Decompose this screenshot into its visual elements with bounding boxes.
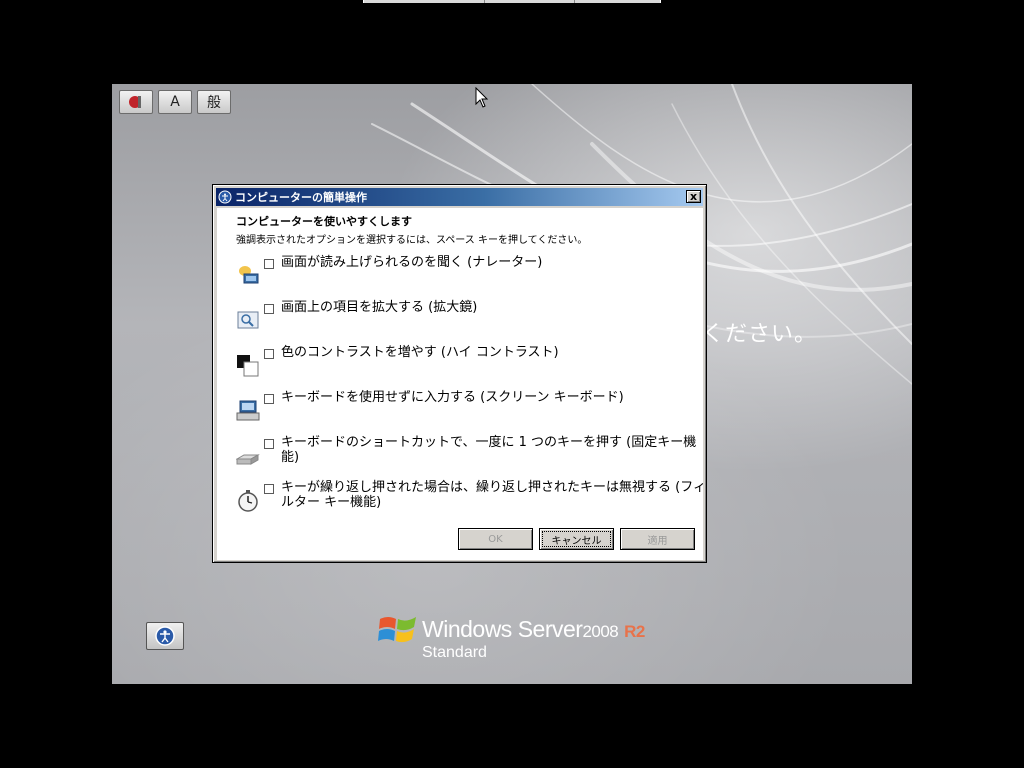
dialog-content: コンピューターを使いやすくします 強調表示されたオプションを選択するには、スペー… [217, 208, 706, 560]
windows-flag-icon [378, 617, 416, 643]
product-name: Windows Server2008 R2 [422, 616, 645, 643]
accessibility-toolbar-button[interactable] [119, 90, 153, 114]
option-label: 色のコントラストを増やす (ハイ コントラスト) [281, 345, 559, 360]
filter-keys-icon [238, 490, 258, 512]
divider [484, 0, 485, 3]
dialog-titlebar[interactable]: コンピューターの簡単操作 x [216, 188, 703, 206]
option-checkbox[interactable] [264, 349, 274, 359]
apply-button[interactable]: 適用 [620, 528, 695, 550]
option-high-contrast[interactable]: 色のコントラストを増やす (ハイ コントラスト) [236, 345, 696, 385]
ok-button[interactable]: OK [458, 528, 533, 550]
dialog-title: コンピューターの簡単操作 [235, 191, 367, 204]
divider [574, 0, 575, 3]
option-onscreen-keyboard[interactable]: キーボードを使用せずに入力する (スクリーン キーボード) [236, 390, 696, 430]
option-label: キーボードを使用せずに入力する (スクリーン キーボード) [281, 390, 624, 405]
brand-version: 2008 [582, 622, 619, 641]
onscreen-keyboard-icon [236, 400, 260, 421]
mouse-cursor-icon [475, 87, 489, 108]
input-mode-button[interactable]: A [158, 90, 192, 114]
magnifier-icon [237, 311, 259, 329]
close-button[interactable]: x [686, 190, 701, 203]
sticky-keys-icon [236, 454, 260, 465]
narrator-icon [239, 266, 259, 284]
ime-pad-icon [129, 96, 141, 108]
kana-mode-button[interactable]: 般 [197, 90, 231, 114]
option-checkbox[interactable] [264, 439, 274, 449]
option-magnifier[interactable]: 画面上の項目を拡大する (拡大鏡) [236, 300, 696, 340]
high-contrast-icon [237, 355, 259, 377]
logon-message: ください。 [702, 322, 818, 347]
option-checkbox[interactable] [264, 394, 274, 404]
option-checkbox[interactable] [264, 484, 274, 494]
product-edition: Standard [422, 644, 487, 661]
option-filter-keys[interactable]: キーが繰り返し押された場合は、繰り返し押されたキーは無視する (フィルター キー… [236, 480, 706, 520]
ease-of-access-button[interactable] [146, 622, 184, 650]
option-label: キーボードのショートカットで、一度に 1 つのキーを押す (固定キー機能) [281, 435, 697, 465]
option-label: 画面上の項目を拡大する (拡大鏡) [281, 300, 478, 315]
option-checkbox[interactable] [264, 259, 274, 269]
ease-of-access-icon [155, 626, 175, 646]
ease-of-access-dialog: コンピューターの簡単操作 x コンピューターを使いやすくします 強調表示されたオ… [212, 184, 707, 563]
option-label: 画面が読み上げられるのを聞く (ナレーター) [281, 255, 543, 270]
brand-name: Windows Server [422, 616, 583, 642]
cancel-button[interactable]: キャンセル [539, 528, 614, 550]
top-bar-fragment [363, 0, 661, 3]
option-checkbox[interactable] [264, 304, 274, 314]
brand-release: R2 [624, 622, 645, 641]
option-narrator[interactable]: 画面が読み上げられるのを聞く (ナレーター) [236, 255, 696, 295]
option-sticky-keys[interactable]: キーボードのショートカットで、一度に 1 つのキーを押す (固定キー機能) [236, 435, 696, 475]
option-label: キーが繰り返し押された場合は、繰り返し押されたキーは無視する (フィルター キー… [281, 480, 706, 510]
ease-of-access-icon [218, 190, 232, 204]
dialog-instruction: 強調表示されたオプションを選択するには、スペース キーを押してください。 [236, 235, 588, 246]
dialog-heading: コンピューターを使いやすくします [236, 215, 412, 228]
